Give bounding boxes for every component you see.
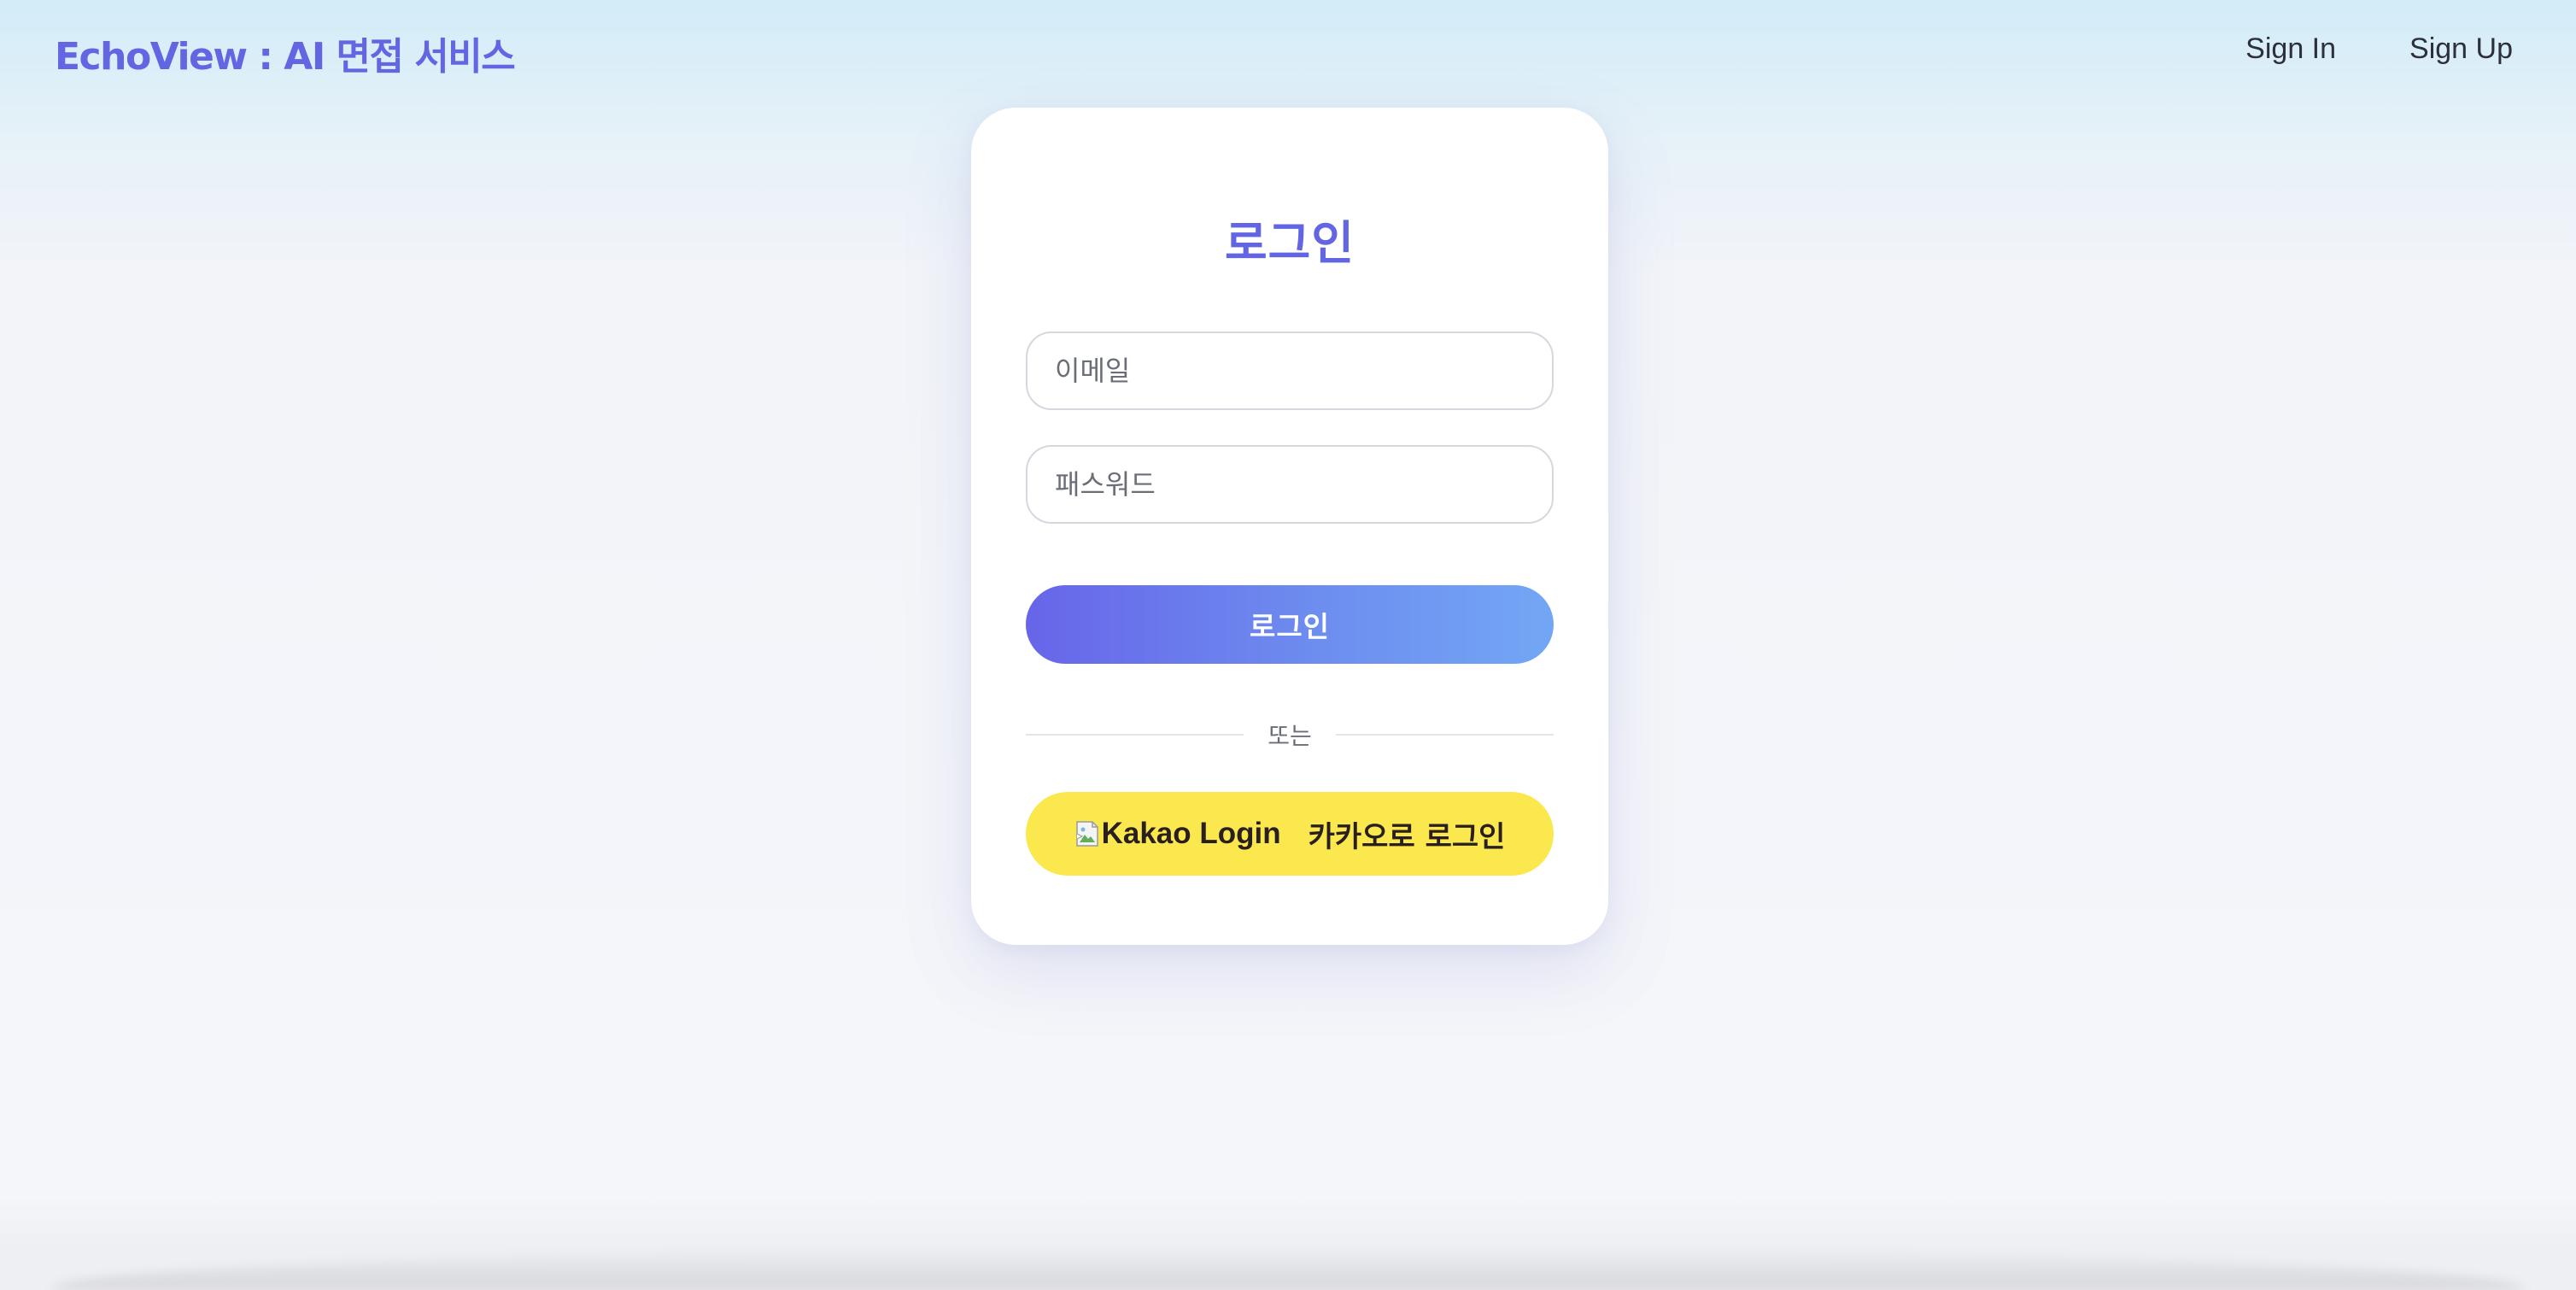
or-divider: 또는 [1026,716,1554,753]
page-bottom-shadow [51,1247,2525,1290]
brand-logo-text[interactable]: EchoView : AI 면접 서비스 [55,26,516,80]
top-header: EchoView : AI 면접 서비스 Sign In Sign Up [0,0,2576,103]
nav-sign-in-link[interactable]: Sign In [2245,32,2336,66]
password-input[interactable] [1026,445,1554,524]
nav-sign-up-link[interactable]: Sign Up [2409,32,2513,66]
login-button[interactable]: 로그인 [1026,585,1554,664]
top-nav: Sign In Sign Up [2245,32,2513,66]
kakao-logo-broken-image: Kakao Login [1074,817,1281,851]
divider-line-right [1335,734,1554,736]
login-title: 로그인 [1224,216,1355,270]
divider-line-left [1026,734,1244,736]
kakao-login-button[interactable]: Kakao Login 카카오로 로그인 [1026,792,1554,876]
divider-text: 또는 [1268,722,1312,750]
broken-image-icon [1075,821,1098,847]
kakao-image-alt-text: Kakao Login [1101,817,1281,850]
email-input[interactable] [1026,331,1554,410]
kakao-button-label: 카카오로 로그인 [1308,819,1506,854]
